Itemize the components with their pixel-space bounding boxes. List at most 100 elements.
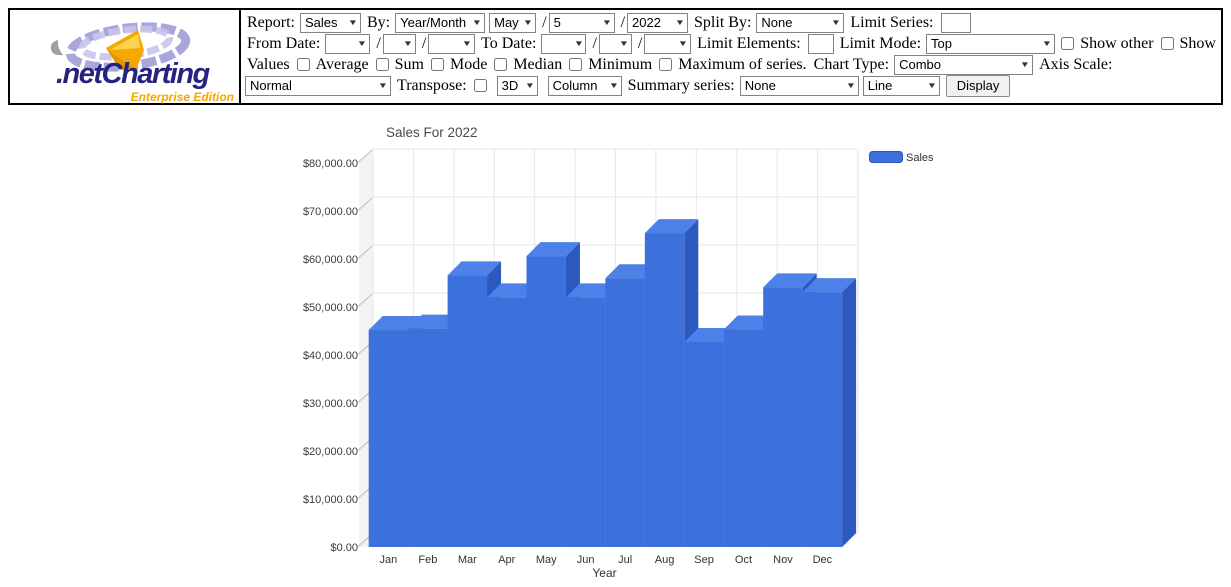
- toolbar-row-3: Values Average Sum Mode Median Minimum M…: [245, 54, 1221, 75]
- chevron-down-icon: ▼: [573, 39, 583, 48]
- transpose-label: Transpose:: [397, 77, 467, 95]
- header-panel: .netCharting Enterprise Edition Report: …: [8, 8, 1223, 105]
- chevron-down-icon: ▼: [675, 18, 685, 27]
- show-other-checkbox[interactable]: [1061, 37, 1074, 50]
- year-select[interactable]: 2022▼: [627, 13, 688, 33]
- brand-text: .netCharting: [56, 58, 209, 91]
- x-axis-label: Jul: [618, 554, 632, 566]
- to-date-label: To Date:: [481, 35, 536, 53]
- limit-elements-label: Limit Elements:: [697, 35, 801, 53]
- chevron-down-icon: ▼: [357, 39, 367, 48]
- average-label: Average: [316, 56, 369, 74]
- from-date-label: From Date:: [247, 35, 320, 53]
- x-axis-label: Oct: [735, 554, 752, 566]
- date-separator: /: [621, 14, 625, 32]
- y-axis-label: $70,000.00: [303, 206, 358, 218]
- summary-shape-select[interactable]: Line▼: [863, 76, 940, 96]
- bar-Jan: [369, 330, 408, 547]
- y-axis-label: $0.00: [330, 542, 358, 554]
- x-axis-label: Feb: [418, 554, 437, 566]
- chevron-down-icon: ▼: [678, 39, 688, 48]
- y-axis-label: $40,000.00: [303, 350, 358, 362]
- show-other-label: Show other: [1080, 35, 1153, 53]
- bar-Feb: [408, 329, 447, 547]
- x-axis-label: Dec: [813, 554, 833, 566]
- x-axis-label: Jun: [577, 554, 595, 566]
- report-select[interactable]: Sales▼: [300, 13, 361, 33]
- split-by-select[interactable]: None▼: [756, 13, 844, 33]
- from-month-select[interactable]: ▼: [325, 34, 370, 54]
- summary-series-select[interactable]: None▼: [740, 76, 859, 96]
- sum-label: Sum: [395, 56, 424, 74]
- chevron-down-icon: ▼: [831, 18, 841, 27]
- legend-swatch: [870, 152, 903, 163]
- y-axis-label: $60,000.00: [303, 254, 358, 266]
- transpose-checkbox[interactable]: [474, 79, 487, 92]
- chevron-down-icon: ▼: [846, 81, 856, 90]
- day-select[interactable]: 5▼: [549, 13, 615, 33]
- chart-type-select[interactable]: Combo▼: [894, 55, 1033, 75]
- y-axis-label: $20,000.00: [303, 446, 358, 458]
- y-axis-label: $30,000.00: [303, 398, 358, 410]
- median-checkbox[interactable]: [494, 58, 507, 71]
- toolbar-row-2: From Date: ▼ / ▼ / ▼ To Date: ▼ / ▼ / ▼: [245, 33, 1221, 54]
- to-year-select[interactable]: ▼: [644, 34, 691, 54]
- bar-Jun: [566, 297, 605, 547]
- chevron-down-icon: ▼: [378, 81, 388, 90]
- minimum-checkbox[interactable]: [569, 58, 582, 71]
- limit-series-input[interactable]: [941, 13, 971, 33]
- show-label: Show: [1180, 35, 1216, 53]
- chevron-down-icon: ▼: [472, 18, 482, 27]
- limit-mode-select[interactable]: Top▼: [926, 34, 1055, 54]
- mode-checkbox[interactable]: [431, 58, 444, 71]
- from-day-select[interactable]: ▼: [383, 34, 416, 54]
- axis-scale-select[interactable]: Normal▼: [245, 76, 391, 96]
- chevron-down-icon: ▼: [1042, 39, 1052, 48]
- chevron-down-icon: ▼: [462, 39, 472, 48]
- limit-series-label: Limit Series:: [850, 14, 933, 32]
- chart-type-label: Chart Type:: [814, 56, 889, 74]
- display-button[interactable]: Display: [946, 75, 1011, 97]
- x-axis-label: Sep: [694, 554, 714, 566]
- limit-mode-label: Limit Mode:: [840, 35, 921, 53]
- bar-May: [527, 256, 566, 547]
- bar-Nov: [763, 287, 802, 547]
- maximum-label: Maximum of series.: [678, 56, 806, 74]
- x-axis-label: May: [536, 554, 557, 566]
- values-label: Values: [247, 56, 290, 74]
- date-separator: /: [422, 35, 426, 53]
- series-shape-select[interactable]: Column▼: [548, 76, 622, 96]
- chevron-down-icon: ▼: [403, 39, 413, 48]
- y-axis-label: $50,000.00: [303, 302, 358, 314]
- y-axis-label: $80,000.00: [303, 158, 358, 170]
- toolbar-row-1: Report: Sales▼ By: Year/Month▼ May▼ / 5▼…: [245, 12, 1221, 33]
- netcharting-logo: .netCharting Enterprise Edition: [10, 10, 241, 103]
- to-month-select[interactable]: ▼: [541, 34, 586, 54]
- bar-Dec: [803, 292, 842, 547]
- bar-side-Dec: [842, 278, 856, 547]
- dimension-select[interactable]: 3D▼: [497, 76, 538, 96]
- chevron-down-icon: ▼: [609, 81, 619, 90]
- bar-Aug: [645, 233, 684, 547]
- month-select[interactable]: May▼: [489, 13, 536, 33]
- x-axis-label: Jan: [380, 554, 398, 566]
- legend-label: Sales: [906, 152, 934, 164]
- x-axis-title: Year: [592, 566, 616, 580]
- minimum-label: Minimum: [588, 56, 652, 74]
- date-separator: /: [376, 35, 380, 53]
- x-axis-label: Mar: [458, 554, 477, 566]
- average-checkbox[interactable]: [297, 58, 310, 71]
- bar-Apr: [487, 297, 526, 547]
- from-year-select[interactable]: ▼: [428, 34, 475, 54]
- maximum-checkbox[interactable]: [659, 58, 672, 71]
- report-toolbar: Report: Sales▼ By: Year/Month▼ May▼ / 5▼…: [241, 10, 1221, 103]
- y-axis-label: $10,000.00: [303, 494, 358, 506]
- split-by-label: Split By:: [694, 14, 751, 32]
- sum-checkbox[interactable]: [376, 58, 389, 71]
- show-values-checkbox[interactable]: [1161, 37, 1174, 50]
- date-separator: /: [638, 35, 642, 53]
- limit-elements-input[interactable]: [808, 34, 834, 54]
- to-day-select[interactable]: ▼: [599, 34, 632, 54]
- by-select[interactable]: Year/Month▼: [395, 13, 485, 33]
- bar-Sep: [684, 342, 723, 547]
